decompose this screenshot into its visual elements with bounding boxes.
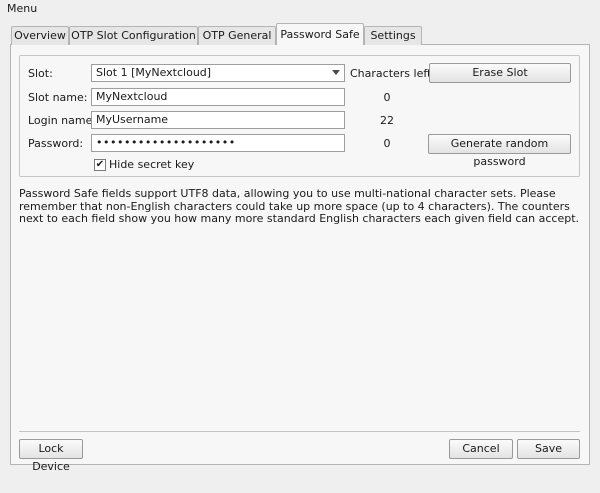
tab-otp-general[interactable]: OTP General	[198, 26, 276, 45]
password-counter: 0	[383, 137, 391, 150]
hide-secret-key-label: Hide secret key	[109, 158, 195, 171]
menu-button[interactable]: Menu	[7, 2, 37, 15]
erase-slot-button[interactable]: Erase Slot	[429, 63, 571, 83]
slot-label: Slot:	[28, 67, 53, 80]
generate-random-password-button[interactable]: Generate random password	[428, 134, 571, 168]
password-input[interactable]: ••••••••••••••••••••	[91, 134, 345, 152]
login-name-counter: 22	[380, 114, 394, 127]
checkmark-icon: ✔	[95, 159, 105, 170]
slot-select-value: Slot 1 [MyNextcloud]	[96, 66, 212, 79]
login-name-label: Login name:	[28, 114, 97, 127]
characters-left-label: Characters left:	[350, 67, 436, 80]
slot-name-counter: 0	[383, 91, 391, 104]
slot-name-input[interactable]: MyNextcloud	[91, 88, 345, 106]
tab-overview[interactable]: Overview	[11, 26, 69, 45]
tab-settings[interactable]: Settings	[364, 26, 422, 45]
tab-otp-slot-configuration[interactable]: OTP Slot Configuration	[69, 26, 198, 45]
lock-device-button[interactable]: Lock Device	[19, 439, 83, 473]
save-button[interactable]: Save	[517, 439, 580, 459]
password-safe-description: Password Safe fields support UTF8 data, …	[19, 187, 580, 225]
chevron-down-icon	[332, 70, 340, 75]
login-name-input[interactable]: MyUsername	[91, 111, 345, 129]
tab-password-safe[interactable]: Password Safe	[276, 23, 364, 45]
hide-secret-key-checkbox[interactable]: ✔	[94, 159, 106, 171]
cancel-button[interactable]: Cancel	[449, 439, 513, 459]
menu-bar: Menu	[0, 0, 600, 17]
slot-select[interactable]: Slot 1 [MyNextcloud]	[91, 64, 345, 82]
footer-separator	[19, 431, 580, 432]
slot-name-label: Slot name:	[28, 91, 88, 104]
password-label: Password:	[28, 137, 84, 150]
